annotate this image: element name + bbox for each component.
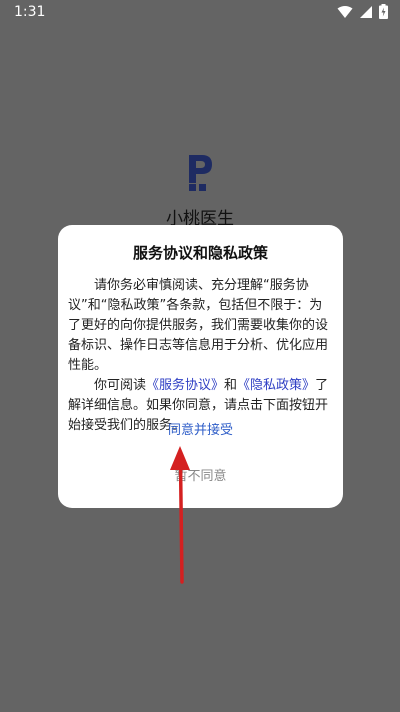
service-agreement-link[interactable]: 《服务协议》: [146, 378, 224, 393]
privacy-dialog: 服务协议和隐私政策 请你务必审慎阅读、充分理解“服务协议”和“隐私政策”各条款，…: [58, 225, 343, 508]
cellular-signal-icon: [359, 5, 373, 19]
status-time: 1:31: [14, 4, 46, 20]
privacy-policy-link[interactable]: 《隐私政策》: [237, 378, 315, 393]
dialog-body: 请你务必审慎阅读、充分理解“服务协议”和“隐私政策”各条款，包括但不限于：为了更…: [68, 276, 333, 436]
annotation-arrow-icon: [165, 444, 195, 584]
battery-charging-icon: [379, 4, 388, 19]
agree-accept-button[interactable]: 同意并接受: [58, 421, 343, 441]
paragraph-2-and: 和: [224, 378, 238, 393]
p-logo-icon: [187, 154, 213, 192]
disagree-button[interactable]: 暂不同意: [58, 467, 343, 487]
paragraph-2-prefix: 你可阅读: [94, 378, 147, 393]
dialog-title: 服务协议和隐私政策: [132, 244, 268, 262]
wifi-icon: [337, 5, 353, 19]
status-icons: [337, 4, 388, 19]
dialog-paragraph-1: 请你务必审慎阅读、充分理解“服务协议”和“隐私政策”各条款，包括但不限于：为了更…: [68, 278, 329, 373]
status-bar: 1:31: [0, 0, 400, 24]
